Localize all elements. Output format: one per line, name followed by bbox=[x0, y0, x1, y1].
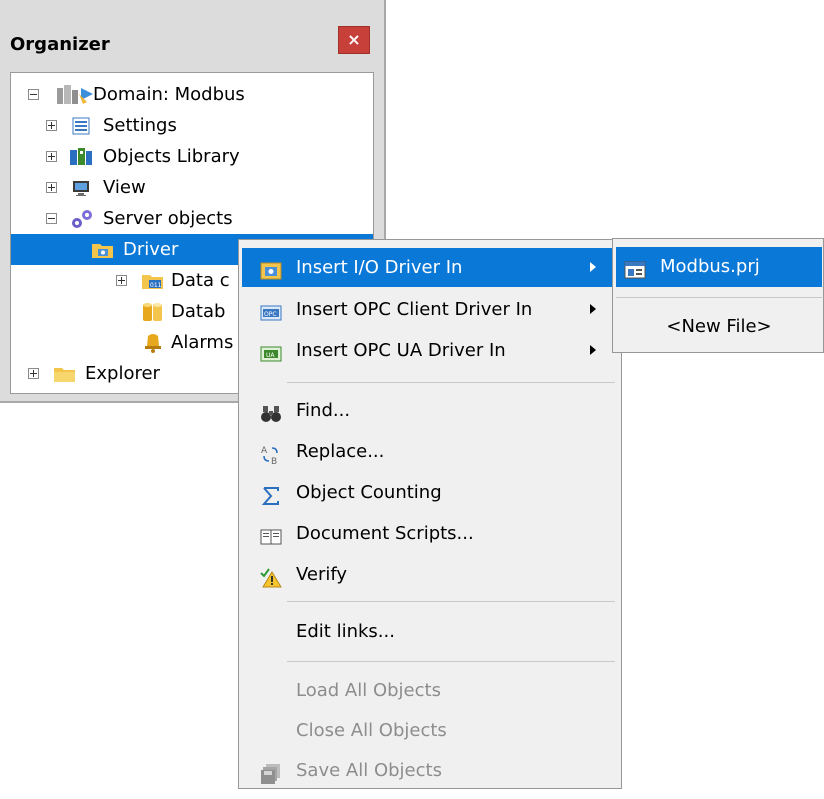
tree-item-server-objects[interactable]: Server objects bbox=[11, 203, 373, 234]
menu-item-label: Save All Objects bbox=[296, 760, 442, 781]
menu-item-label: Document Scripts... bbox=[296, 523, 474, 544]
svg-text:A: A bbox=[261, 446, 268, 456]
tree-item-label: Objects Library bbox=[103, 146, 240, 167]
menu-item-label: Insert I/O Driver In bbox=[296, 257, 463, 278]
sigma-icon bbox=[260, 482, 282, 505]
expand-icon[interactable] bbox=[46, 120, 57, 131]
tree-item-objects-library[interactable]: Objects Library bbox=[11, 141, 373, 172]
project-file-icon bbox=[624, 256, 646, 279]
menu-separator bbox=[287, 601, 615, 602]
tree-item-label: Domain: Modbus bbox=[93, 84, 245, 105]
tree-item-label: Server objects bbox=[103, 208, 233, 229]
domain-icon bbox=[55, 84, 95, 104]
close-button[interactable]: × bbox=[338, 26, 370, 54]
submenu-item-modbus-prj[interactable]: Modbus.prj bbox=[616, 247, 822, 287]
data-folder-icon: 011 bbox=[141, 270, 165, 290]
expand-icon[interactable] bbox=[46, 182, 57, 193]
menu-item-label: Insert OPC Client Driver In bbox=[296, 299, 533, 320]
menu-item-document-scripts[interactable]: Document Scripts... bbox=[242, 514, 618, 553]
submenu-item-label: <New File> bbox=[666, 316, 772, 337]
warning-check-icon bbox=[260, 564, 282, 588]
expand-icon[interactable] bbox=[116, 275, 127, 286]
tree-item-domain[interactable]: Domain: Modbus bbox=[11, 79, 373, 110]
alarms-icon bbox=[141, 332, 165, 353]
tree-item-view[interactable]: View bbox=[11, 172, 373, 203]
book-icon bbox=[260, 523, 282, 545]
gear-icon bbox=[69, 208, 95, 228]
menu-item-insert-io-driver[interactable]: Insert I/O Driver In bbox=[242, 248, 618, 287]
menu-item-label: Load All Objects bbox=[296, 680, 441, 701]
svg-text:B: B bbox=[271, 457, 277, 466]
svg-text:UA: UA bbox=[266, 352, 275, 359]
submenu-item-label: Modbus.prj bbox=[660, 256, 760, 277]
menu-item-label: Verify bbox=[296, 564, 348, 585]
menu-item-label: Replace... bbox=[296, 441, 385, 462]
explorer-folder-icon bbox=[53, 363, 77, 383]
collapse-icon[interactable] bbox=[46, 213, 57, 224]
menu-item-label: Close All Objects bbox=[296, 720, 447, 741]
save-all-icon bbox=[260, 760, 282, 784]
tree-item-label: Explorer bbox=[85, 363, 160, 384]
menu-item-label: Insert OPC UA Driver In bbox=[296, 340, 506, 361]
menu-item-label: Find... bbox=[296, 400, 351, 421]
menu-item-load-all-objects[interactable]: Load All Objects bbox=[242, 671, 618, 710]
menu-separator bbox=[616, 297, 822, 298]
menu-item-insert-opc-client-driver[interactable]: OPC Insert OPC Client Driver In bbox=[242, 290, 618, 329]
menu-separator bbox=[287, 382, 615, 383]
expand-icon[interactable] bbox=[46, 151, 57, 162]
menu-item-edit-links[interactable]: Edit links... bbox=[242, 612, 618, 651]
tree-item-label: Datab bbox=[171, 301, 226, 322]
tree-item-label: Driver bbox=[123, 239, 179, 260]
svg-text:011: 011 bbox=[150, 282, 162, 289]
submenu-item-new-file[interactable]: <New File> bbox=[616, 307, 822, 347]
organizer-title: Organizer bbox=[10, 34, 110, 55]
svg-text:OPC: OPC bbox=[264, 311, 277, 318]
collapse-icon[interactable] bbox=[28, 89, 39, 100]
tree-item-label: View bbox=[103, 177, 146, 198]
submenu-arrow-icon bbox=[590, 345, 596, 355]
opc-icon: OPC bbox=[260, 299, 282, 321]
menu-item-verify[interactable]: Verify bbox=[242, 555, 618, 594]
tree-item-settings[interactable]: Settings bbox=[11, 110, 373, 141]
menu-separator bbox=[287, 661, 615, 662]
menu-item-find[interactable]: Find... bbox=[242, 391, 618, 430]
submenu-arrow-icon bbox=[590, 262, 596, 272]
replace-icon: AB bbox=[260, 441, 282, 467]
drivers-folder-icon bbox=[91, 239, 115, 259]
menu-item-close-all-objects[interactable]: Close All Objects bbox=[242, 711, 618, 750]
tree-item-label: Data c bbox=[171, 270, 230, 291]
submenu-io-drivers: Modbus.prj <New File> bbox=[612, 238, 824, 353]
menu-item-label: Object Counting bbox=[296, 482, 442, 503]
menu-item-object-counting[interactable]: Object Counting bbox=[242, 473, 618, 512]
menu-item-label: Edit links... bbox=[296, 621, 395, 642]
menu-item-replace[interactable]: AB Replace... bbox=[242, 432, 618, 471]
context-menu: Insert I/O Driver In OPC Insert OPC Clie… bbox=[238, 239, 622, 789]
opc-ua-icon: UA bbox=[260, 340, 282, 362]
submenu-arrow-icon bbox=[590, 304, 596, 314]
io-driver-icon bbox=[260, 257, 282, 280]
settings-icon bbox=[71, 115, 91, 135]
view-icon bbox=[71, 177, 91, 197]
objects-library-icon bbox=[69, 146, 93, 166]
binoculars-icon bbox=[260, 400, 282, 422]
database-icon bbox=[141, 301, 165, 321]
menu-item-save-all-objects[interactable]: Save All Objects bbox=[242, 751, 618, 790]
tree-item-label: Alarms bbox=[171, 332, 234, 353]
menu-item-insert-opc-ua-driver[interactable]: UA Insert OPC UA Driver In bbox=[242, 331, 618, 370]
expand-icon[interactable] bbox=[28, 368, 39, 379]
tree-item-label: Settings bbox=[103, 115, 177, 136]
